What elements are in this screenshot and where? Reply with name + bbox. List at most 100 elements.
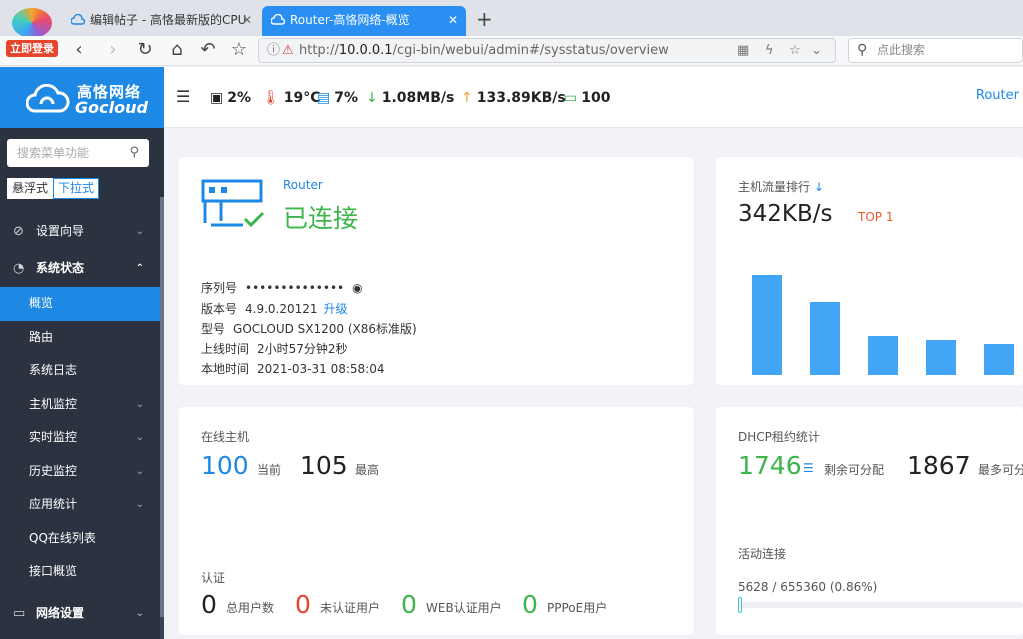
close-icon[interactable]: ✕ <box>242 6 252 34</box>
sidebar-item-app-stats[interactable]: 应用统计 ⌄ <box>0 488 160 522</box>
gauge-icon: ◔ <box>13 261 25 276</box>
brand-name-en: Gocloud <box>75 98 148 117</box>
chevron-down-icon: ⌄ <box>135 226 144 237</box>
connections-progress-bar <box>738 602 1023 608</box>
traffic-bar-chart <box>752 275 1014 375</box>
traffic-bar[interactable] <box>868 336 898 375</box>
sidebar-item-label: 主机监控 <box>29 396 78 411</box>
chevron-down-icon: ⌄ <box>135 465 144 477</box>
chevron-down-icon: ⌄ <box>135 398 144 410</box>
thermometer-icon: 🌡 <box>262 90 280 106</box>
sidebar-item-network-settings[interactable]: ▭ 网络设置 ⌄ <box>0 595 160 632</box>
dropdown-mode-button[interactable]: 下拉式 <box>53 178 100 199</box>
sidebar-item-setup-wizard[interactable]: ⊘ 设置向导 ⌄ <box>0 213 160 250</box>
sidebar-item-system-status[interactable]: ◔ 系统状态 ⌃ <box>0 250 160 287</box>
chevron-down-icon[interactable]: ⌄ <box>811 39 822 62</box>
home-icon[interactable]: ⌂ <box>166 39 188 61</box>
traffic-bar[interactable] <box>810 302 840 375</box>
lightning-icon[interactable]: ϟ <box>765 39 774 62</box>
download-stat: ↓ 1.08MB/s <box>366 87 454 109</box>
serial-value: •••••••••••••• <box>245 281 345 295</box>
brand-header[interactable]: 高恪网络 Gocloud <box>0 67 164 128</box>
insecure-icon: ⚠ <box>282 43 294 58</box>
sidebar-scroll-thumb[interactable] <box>160 197 164 617</box>
close-icon[interactable]: ✕ <box>448 6 458 34</box>
sidebar-item-history-monitor[interactable]: 历史监控 ⌄ <box>0 455 160 489</box>
tab-label: 编辑帖子 - 高恪最新版的CPU <box>90 13 247 27</box>
version-row: 版本号 4.9.0.20121 升级 <box>201 302 348 316</box>
address-bar[interactable]: ⓘ ⚠ http://10.0.0.1/cgi-bin/webui/admin#… <box>258 38 836 63</box>
url-host: 10.0.0.1 <box>338 43 393 58</box>
router-link[interactable]: Router <box>976 88 1019 103</box>
max-leases-label: 最多可分 <box>978 463 1023 477</box>
version-value: 4.9.0.20121 <box>245 302 318 316</box>
sidebar-item-host-monitor[interactable]: 主机监控 ⌄ <box>0 388 160 422</box>
sidebar-item-interface-overview[interactable]: 接口概览 <box>0 555 160 589</box>
browser-logo-icon[interactable] <box>12 8 52 38</box>
sidebar-menu: ⊘ 设置向导 ⌄ ◔ 系统状态 ⌃ 概览 路由 系统日志 主机监控 ⌄ 实时监控 ⌄… <box>0 213 160 632</box>
upload-arrow-icon: ↑ <box>461 90 473 106</box>
menu-search-placeholder: 搜索菜单功能 <box>17 146 90 160</box>
gocloud-logo-icon <box>26 84 70 113</box>
unauth-users-label: 未认证用户 <box>320 601 381 615</box>
back-icon[interactable]: ‹ <box>68 39 90 61</box>
dhcp-lease-card: DHCP租约统计 1746 ☰ 剩余可分配 1867 最多可分 活动连接 562… <box>716 407 1023 635</box>
remaining-leases-value: 1746 <box>738 451 802 480</box>
sidebar-item-realtime-monitor[interactable]: 实时监控 ⌄ <box>0 421 160 455</box>
sidebar-item-qq-online[interactable]: QQ在线列表 <box>0 522 160 556</box>
cpu-icon: ▣ <box>210 90 224 106</box>
cloud-icon <box>71 14 85 25</box>
browser-tab-bar: 编辑帖子 - 高恪最新版的CPU ✕ Router-高恪网络-概览 ✕ + <box>0 0 1023 38</box>
browser-tab-router[interactable]: Router-高恪网络-概览 ✕ <box>262 6 466 36</box>
model-value: GOCLOUD SX1200 (X86标准版) <box>233 322 417 336</box>
chevron-down-icon: ⌄ <box>135 499 144 510</box>
browser-search-input[interactable]: ⚲ 点此搜索 <box>848 38 1023 63</box>
traffic-bar[interactable] <box>984 344 1014 375</box>
connections-progress-handle <box>738 597 742 613</box>
tab-label: Router-高恪网络-概览 <box>290 13 410 27</box>
localtime-row: 本地时间 2021-03-31 08:58:04 <box>201 362 385 376</box>
unauth-users-value: 0 <box>295 590 311 619</box>
online-hosts-card: 在线主机 100 当前 105 最高 认证 0 总用户数 0 未认证用户 0 W… <box>179 407 693 635</box>
sidebar-item-label: 历史监控 <box>29 463 78 478</box>
memory-stat: ▤ 7% <box>317 87 358 109</box>
router-name: Router <box>283 178 323 192</box>
sidebar-item-system-log[interactable]: 系统日志 <box>0 354 160 388</box>
cpu-stat: ▣ 2% <box>210 87 251 109</box>
qr-code-icon[interactable]: ▦ <box>737 39 749 62</box>
total-users-label: 总用户数 <box>226 601 275 615</box>
upgrade-link[interactable]: 升级 <box>324 302 348 316</box>
reload-icon[interactable]: ↻ <box>134 39 156 61</box>
star-icon[interactable]: ☆ <box>228 39 250 61</box>
browser-tab-edit-post[interactable]: 编辑帖子 - 高恪最新版的CPU ✕ <box>62 6 260 36</box>
new-tab-icon[interactable]: + <box>476 7 493 31</box>
eye-icon[interactable]: ◉ <box>352 281 362 295</box>
menu-collapse-icon[interactable]: ☰ <box>176 87 190 106</box>
pppoe-users-value: 0 <box>522 590 538 619</box>
bookmark-star-icon[interactable]: ☆ <box>789 39 801 62</box>
sidebar-item-label: 系统日志 <box>29 363 78 377</box>
sidebar-item-label: 设置向导 <box>36 224 85 238</box>
remaining-leases-label: 剩余可分配 <box>824 463 885 477</box>
forward-icon[interactable]: › <box>102 39 124 61</box>
traffic-bar[interactable] <box>752 275 782 375</box>
float-mode-button[interactable]: 悬浮式 <box>7 178 54 199</box>
menu-search-input[interactable]: 搜索菜单功能 ⚲ <box>7 139 149 167</box>
monitor-icon: ▭ <box>564 90 578 106</box>
monitor-icon: ▭ <box>13 605 26 621</box>
sidebar-item-overview[interactable]: 概览 <box>0 287 160 321</box>
info-icon[interactable]: ⓘ <box>267 39 280 62</box>
login-badge[interactable]: 立即登录 <box>6 40 58 57</box>
undo-icon[interactable]: ↶ <box>197 39 219 61</box>
traffic-ranking-card: 主机流量排行 ↓ 342KB/s TOP 1 <box>716 157 1023 385</box>
serial-row: 序列号 •••••••••••••• ◉ <box>201 281 363 295</box>
auth-title: 认证 <box>201 571 226 585</box>
upload-stat: ↑ 133.89KB/s <box>461 87 566 109</box>
traffic-bar[interactable] <box>926 340 956 375</box>
list-icon[interactable]: ☰ <box>803 461 814 475</box>
active-connections-text: 5628 / 655360 (0.86%) <box>738 580 878 594</box>
web-users-label: WEB认证用户 <box>426 601 502 615</box>
current-hosts-label: 当前 <box>257 463 282 477</box>
sidebar-item-routing[interactable]: 路由 <box>0 321 160 355</box>
uptime-value: 2小时57分钟2秒 <box>257 342 348 356</box>
